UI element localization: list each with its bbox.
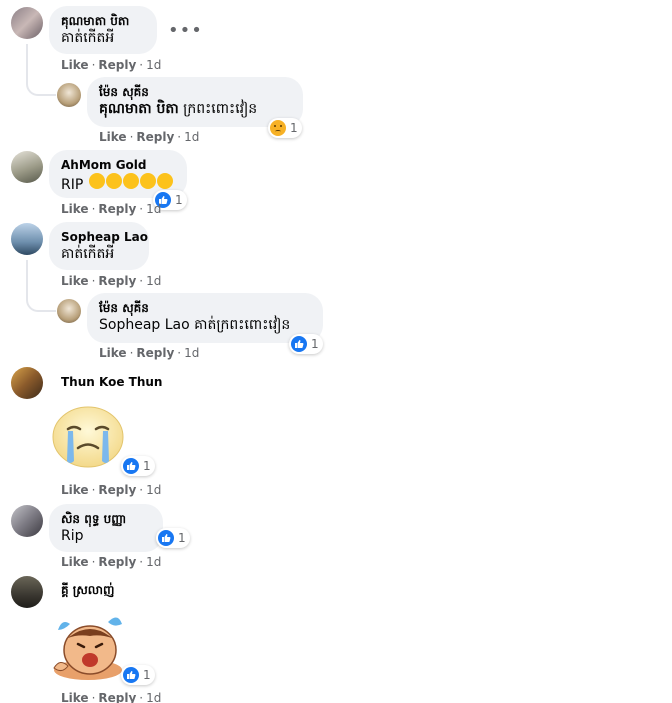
like-reaction-icon: [291, 336, 307, 352]
avatar[interactable]: [11, 367, 43, 399]
reaction-count: 1: [143, 459, 151, 473]
timestamp[interactable]: 1d: [146, 202, 161, 216]
commenter-name[interactable]: Thun Koe Thun: [61, 374, 162, 390]
like-link[interactable]: Like: [61, 202, 89, 216]
reply-link[interactable]: Reply: [98, 691, 136, 703]
comment-actions: Like · Reply · 1d: [61, 58, 162, 72]
comment-actions: Like · Reply · 1d: [61, 274, 162, 288]
comment-actions: Like · Reply · 1d: [99, 130, 200, 144]
timestamp[interactable]: 1d: [146, 483, 161, 497]
crying-face-sticker: [52, 405, 124, 469]
crying-emoji-icon: [105, 173, 122, 189]
comment-bubble: Sopheap Lao គាត់កើតអី: [49, 222, 149, 270]
more-options-icon[interactable]: •••: [168, 20, 203, 41]
like-reaction-icon: [123, 458, 139, 474]
reaction-summary[interactable]: 1: [121, 456, 155, 476]
timestamp[interactable]: 1d: [146, 691, 161, 703]
like-link[interactable]: Like: [61, 483, 89, 497]
comment-text: Rip: [61, 528, 84, 544]
reply-link[interactable]: Reply: [98, 274, 136, 288]
like-link[interactable]: Like: [99, 346, 127, 360]
timestamp[interactable]: 1d: [146, 58, 161, 72]
timestamp[interactable]: 1d: [184, 130, 199, 144]
reply-link[interactable]: Reply: [98, 58, 136, 72]
reaction-summary[interactable]: 1: [156, 528, 190, 548]
comment-text: គាត់កើតអី: [61, 246, 115, 262]
reaction-count: 1: [290, 121, 298, 135]
reply-bubble: ម៉ែន សុគីន Sopheap Lao គាត់ក្រពះពោះវៀន: [87, 293, 323, 343]
crying-emoji-icon: [122, 173, 139, 189]
timestamp[interactable]: 1d: [184, 346, 199, 360]
like-reaction-icon: [123, 667, 139, 683]
comment-actions: Like · Reply · 1d: [61, 691, 162, 703]
comment-actions: Like · Reply · 1d: [61, 555, 162, 569]
reply-link[interactable]: Reply: [98, 555, 136, 569]
reaction-summary[interactable]: 1: [289, 334, 323, 354]
thread-line: [26, 260, 56, 312]
reaction-count: 1: [178, 531, 186, 545]
crying-character-sticker: [50, 610, 126, 682]
reaction-count: 1: [311, 337, 319, 351]
sad-reaction-icon: [270, 120, 286, 136]
reply-link[interactable]: Reply: [136, 346, 174, 360]
crying-emoji-icon: [139, 173, 156, 189]
commenter-name[interactable]: សិន ពុទ្ធ បញ្ញា: [61, 511, 151, 527]
comment-text: គាត់កើតអី: [61, 30, 115, 46]
timestamp[interactable]: 1d: [146, 555, 161, 569]
tagged-user[interactable]: Sopheap Lao: [99, 317, 190, 333]
comment-text: Sopheap Lao គាត់ក្រពះពោះវៀន: [99, 317, 291, 333]
avatar[interactable]: [11, 223, 43, 255]
avatar[interactable]: [11, 7, 43, 39]
crying-emoji-icon: [88, 173, 105, 189]
reaction-summary[interactable]: 1: [268, 118, 302, 138]
avatar[interactable]: [11, 576, 43, 608]
commenter-name[interactable]: ម៉ែន សុគីន: [99, 300, 311, 316]
commenter-name[interactable]: គ្គី ស្រលាញ់: [61, 582, 114, 598]
thread-line: [26, 44, 56, 96]
commenter-name[interactable]: ម៉ែន សុគីន: [99, 84, 291, 100]
comment-bubble: គុណមាតា បិតា គាត់កើតអី: [49, 6, 157, 54]
reaction-count: 1: [143, 668, 151, 682]
avatar[interactable]: [11, 505, 43, 537]
tagged-user[interactable]: គុណមាតា បិតា: [99, 101, 179, 117]
comment-text: គុណមាតា បិតា ក្រពះពោះវៀន: [99, 101, 258, 117]
reply-link[interactable]: Reply: [98, 483, 136, 497]
reply-link[interactable]: Reply: [136, 130, 174, 144]
commenter-name[interactable]: AhMom Gold: [61, 157, 175, 173]
avatar[interactable]: [57, 83, 81, 107]
like-reaction-icon: [158, 530, 174, 546]
comment-bubble: សិន ពុទ្ធ បញ្ញា Rip: [49, 504, 163, 552]
avatar[interactable]: [11, 151, 43, 183]
comment-actions: Like · Reply · 1d: [61, 483, 162, 497]
reaction-summary[interactable]: 1: [121, 665, 155, 685]
like-link[interactable]: Like: [99, 130, 127, 144]
like-link[interactable]: Like: [61, 274, 89, 288]
like-link[interactable]: Like: [61, 58, 89, 72]
avatar[interactable]: [57, 299, 81, 323]
like-link[interactable]: Like: [61, 555, 89, 569]
commenter-name[interactable]: គុណមាតា បិតា: [61, 13, 145, 29]
timestamp[interactable]: 1d: [146, 274, 161, 288]
crying-emoji-icon: [156, 173, 173, 189]
comment-actions: Like · Reply · 1d: [61, 202, 162, 216]
reaction-count: 1: [175, 193, 183, 207]
comment-actions: Like · Reply · 1d: [99, 346, 200, 360]
commenter-name[interactable]: Sopheap Lao: [61, 229, 148, 245]
reply-link[interactable]: Reply: [98, 202, 136, 216]
like-link[interactable]: Like: [61, 691, 89, 703]
